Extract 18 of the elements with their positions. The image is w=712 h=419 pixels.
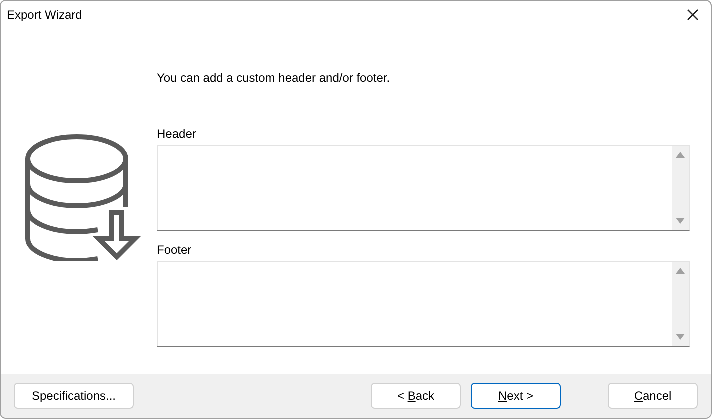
scroll-down-icon[interactable] (676, 218, 685, 224)
field-label: Footer (157, 242, 193, 259)
field-label: Header (157, 126, 198, 143)
scroll-up-icon[interactable] (676, 152, 685, 158)
dialog-button[interactable]: < Back (371, 383, 461, 409)
dialog-button[interactable]: Cancel (608, 383, 698, 409)
scroll-up-icon[interactable] (676, 268, 685, 274)
database-download-icon (25, 133, 141, 261)
dialog-button[interactable]: Next > (471, 383, 561, 409)
text-area[interactable] (157, 145, 690, 231)
scroll-down-icon[interactable] (676, 334, 685, 340)
close-icon[interactable] (687, 9, 699, 21)
dialog-button[interactable]: Specifications... (14, 383, 134, 409)
scrollbar[interactable] (672, 262, 689, 346)
instruction-text: You can add a custom header and/or footer. (157, 70, 392, 87)
window-title: Export Wizard (7, 7, 82, 24)
scrollbar[interactable] (672, 146, 689, 230)
text-area[interactable] (157, 261, 690, 347)
